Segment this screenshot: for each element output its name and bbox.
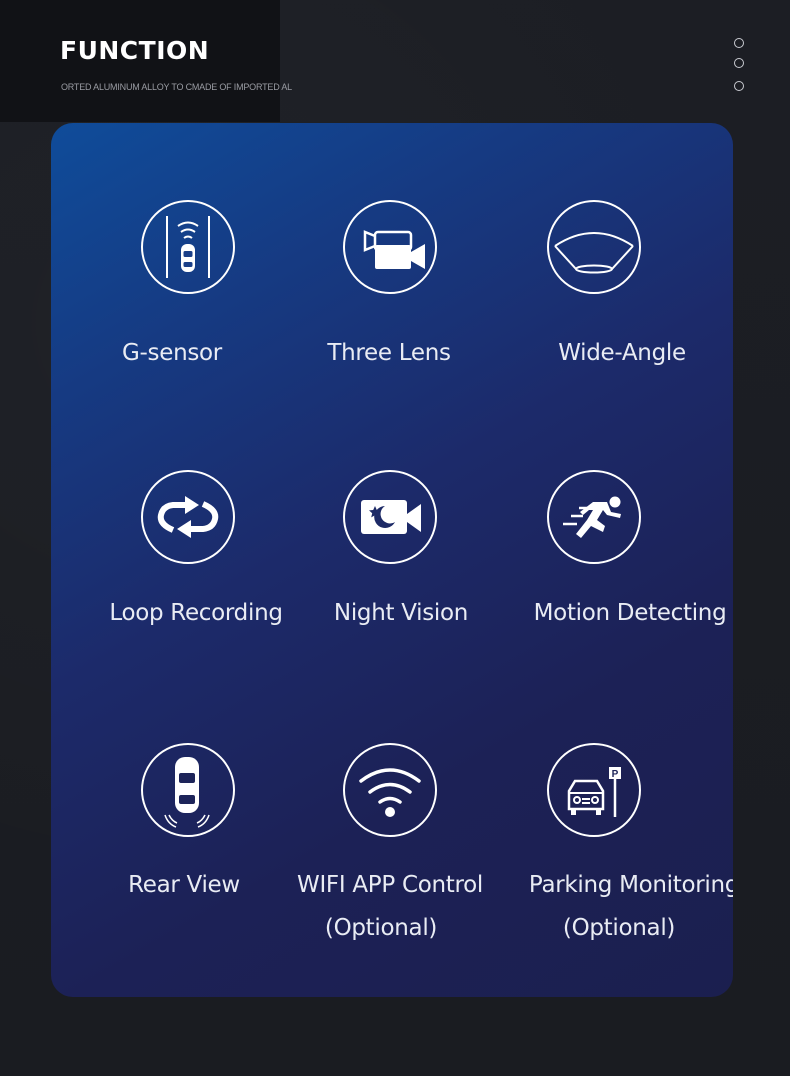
feature-label: Loop Recording [109,600,283,626]
rear-view-icon [141,743,235,837]
feature-label: Motion Detecting [533,600,727,626]
svg-text:P: P [612,769,619,780]
three-lens-icon [343,200,437,294]
dot-icon [734,38,744,48]
feature-label: Night Vision [333,600,469,626]
features-panel: P G-sensor Three Lens Wide-Angle Loop Re… [51,123,733,997]
feature-label: Parking Monitoring [528,872,733,898]
night-vision-icon [343,470,437,564]
dot-icon [734,58,744,68]
dot-icon [734,81,744,91]
feature-label: Wide-Angle [558,340,686,366]
page-title: FUNCTION [60,36,210,65]
page-subtitle: ORTED ALUMINUM ALLOY TO CMADE OF IMPORTE… [61,82,292,92]
feature-label: Rear View [128,872,240,898]
motion-detecting-icon [547,470,641,564]
wide-angle-icon [547,200,641,294]
loop-recording-icon [141,470,235,564]
feature-label-optional: (Optional) [562,915,676,941]
wifi-icon [343,743,437,837]
feature-label-optional: (Optional) [324,915,438,941]
parking-monitoring-icon: P [547,743,641,837]
feature-label: Three Lens [327,340,451,366]
feature-label: G-sensor [122,340,222,366]
feature-label: WIFI APP Control [297,872,483,898]
g-sensor-icon [141,200,235,294]
